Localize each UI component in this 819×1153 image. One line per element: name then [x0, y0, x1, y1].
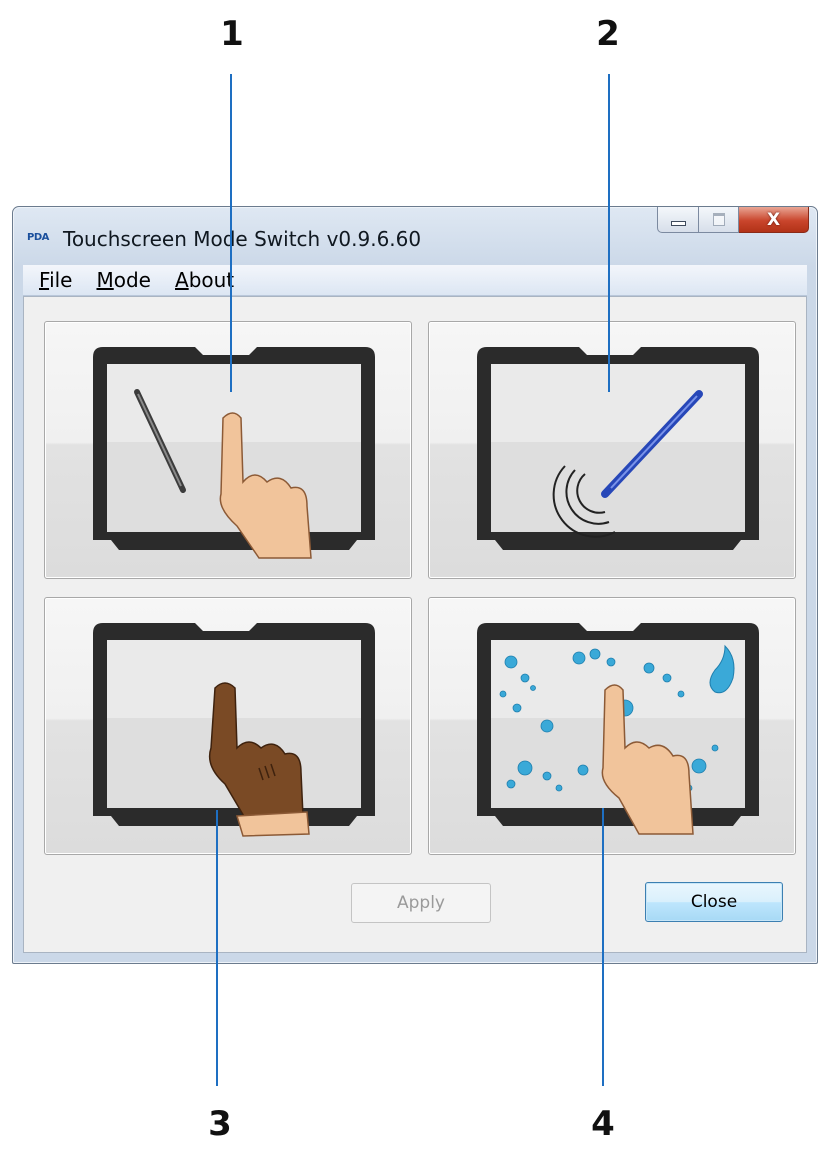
minimize-button[interactable]	[657, 207, 699, 233]
close-window-button[interactable]: X	[739, 207, 809, 233]
menu-mode[interactable]: Mode	[96, 268, 151, 292]
menu-file-label: ile	[49, 268, 73, 292]
callout-line-3	[216, 810, 218, 1086]
mode-tile-pen-and-touch[interactable]	[44, 321, 412, 579]
apply-button: Apply	[351, 883, 491, 923]
touchscreen-mode-switch-window: PDA Touchscreen Mode Switch v0.9.6.60 X …	[12, 206, 818, 964]
window-controls: X	[657, 207, 809, 233]
callout-line-4	[602, 808, 604, 1086]
glove-touch-icon	[93, 623, 375, 837]
mode-tile-wet-touch[interactable]	[428, 597, 796, 855]
callout-line-2	[608, 74, 610, 392]
app-icon: PDA	[27, 232, 49, 243]
digitizer-pen-icon	[477, 347, 759, 550]
callout-number-3: 3	[208, 1104, 232, 1144]
menu-about[interactable]: About	[175, 268, 234, 292]
minimize-icon	[670, 221, 686, 226]
close-icon: X	[766, 209, 781, 230]
maximize-button	[699, 207, 739, 233]
mode-tile-digitizer-pen[interactable]	[428, 321, 796, 579]
window-title: Touchscreen Mode Switch v0.9.6.60	[63, 227, 422, 251]
menu-mode-label: ode	[113, 268, 151, 292]
mode-tile-glove-touch[interactable]	[44, 597, 412, 855]
pen-and-finger-touch-icon	[93, 347, 375, 559]
menu-about-accel: A	[175, 268, 189, 292]
menu-file[interactable]: File	[39, 268, 72, 292]
menu-file-accel: F	[39, 268, 50, 292]
callout-number-4: 4	[591, 1104, 615, 1144]
wet-finger-touch-icon	[477, 623, 759, 835]
callout-number-2: 2	[596, 14, 620, 54]
mode-selection-area: Apply Close	[23, 296, 807, 953]
title-bar[interactable]: PDA Touchscreen Mode Switch v0.9.6.60 X	[13, 207, 817, 265]
menu-about-label: bout	[188, 268, 235, 292]
menu-mode-accel: M	[96, 268, 114, 292]
callout-number-1: 1	[220, 14, 244, 54]
menu-bar: File Mode About	[23, 265, 807, 296]
close-button[interactable]: Close	[645, 882, 783, 922]
callout-line-1	[230, 74, 232, 392]
maximize-icon	[712, 213, 725, 226]
